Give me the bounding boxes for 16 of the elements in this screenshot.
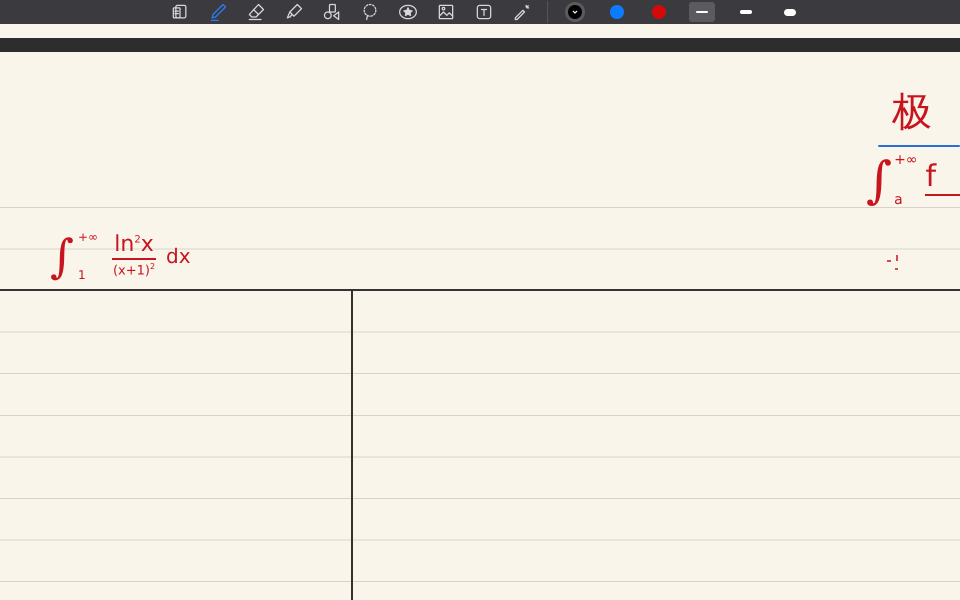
stroke-width-button[interactable] (689, 2, 715, 22)
denominator: (x+1)$^{2}$ (112, 262, 156, 278)
numerator: ln$^{2}$x (114, 234, 154, 256)
integral-sign: ∫ (50, 233, 74, 279)
upper-limit: +∞ (78, 230, 98, 244)
numerator: f (925, 162, 936, 192)
color-swatch[interactable] (610, 5, 624, 19)
integral-sign: ∫ (866, 155, 892, 205)
differential: dx (166, 244, 191, 268)
fraction-bar (112, 258, 156, 260)
color-swatch[interactable] (652, 5, 666, 19)
handwritten-heading: 极 (892, 90, 932, 134)
upper-limit: +∞ (894, 152, 918, 168)
lower-limit: a (894, 192, 904, 208)
lower-limit: 1 (78, 268, 87, 282)
color-swatch[interactable] (568, 5, 582, 19)
